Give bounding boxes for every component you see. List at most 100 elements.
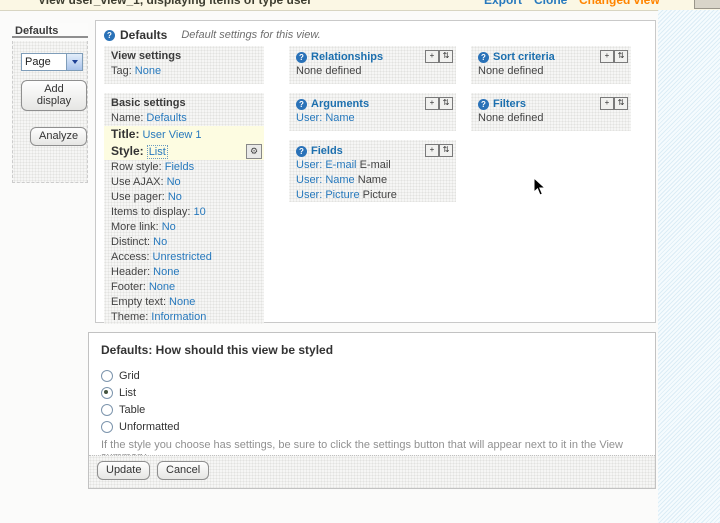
setting-row-use-ajax: Use AJAX:No <box>111 175 257 190</box>
help-icon[interactable]: ? <box>296 52 307 63</box>
basic-settings-box: Basic settings Name:Defaults Title:User … <box>104 93 264 324</box>
sort-criteria-box: ? Sort criteria +⇅ None defined <box>471 46 631 84</box>
filters-heading: Filters <box>493 98 526 110</box>
tag-label: Tag: <box>111 65 132 77</box>
help-icon[interactable]: ? <box>478 99 489 110</box>
style-option-table[interactable]: Table <box>101 401 180 418</box>
field-item-suffix: E-mail <box>360 159 391 171</box>
add-sort-button[interactable]: + <box>600 50 614 63</box>
field-item-link[interactable]: User: Name <box>296 174 355 186</box>
setting-row-items-to-display: Items to display:10 <box>111 205 257 220</box>
setting-row-title: Title:User View 1 <box>104 126 264 143</box>
setting-label: Footer: <box>111 281 146 293</box>
view-settings-box: View settings Tag:None <box>104 46 264 84</box>
setting-label: Style: <box>111 144 144 158</box>
style-option-label: Table <box>119 404 145 416</box>
radio-icon[interactable] <box>101 387 113 399</box>
add-field-button[interactable]: + <box>425 144 439 157</box>
views-edit-screen: View user_view_1, displaying items of ty… <box>0 0 720 523</box>
update-button[interactable]: Update <box>97 461 150 480</box>
setting-value-link[interactable]: None <box>169 296 195 308</box>
fields-heading: Fields <box>311 145 343 157</box>
help-icon[interactable]: ? <box>296 146 307 157</box>
summary-column-2: ?Relationships +⇅ None defined ?Argument… <box>289 46 456 211</box>
sort-criteria-empty-text: None defined <box>478 64 624 79</box>
clone-link[interactable]: Clone <box>534 0 567 7</box>
setting-row-more-link: More link:No <box>111 220 257 235</box>
tag-value-link[interactable]: None <box>135 65 161 77</box>
setting-value-link[interactable]: No <box>167 176 181 188</box>
setting-value-link[interactable]: List <box>147 145 168 159</box>
style-settings-gear-button[interactable]: ⚙ <box>246 144 262 159</box>
filters-box: ? Filters +⇅ None defined <box>471 93 631 131</box>
style-option-grid[interactable]: Grid <box>101 367 180 384</box>
changed-view-link[interactable]: Changed view <box>579 0 660 7</box>
argument-item-link[interactable]: User: Name <box>296 112 355 124</box>
help-icon[interactable]: ? <box>104 30 115 41</box>
analyze-button[interactable]: Analyze <box>30 127 87 146</box>
style-option-list[interactable]: List <box>101 384 180 401</box>
setting-value-link[interactable]: Defaults <box>146 112 186 124</box>
add-relationship-button[interactable]: + <box>425 50 439 63</box>
rearrange-relationships-button[interactable]: ⇅ <box>439 50 453 63</box>
export-link[interactable]: Export <box>484 0 522 7</box>
setting-label: Row style: <box>111 161 162 173</box>
radio-icon[interactable] <box>101 421 113 433</box>
filters-empty-text: None defined <box>478 111 624 126</box>
display-type-select[interactable]: Page <box>21 53 83 71</box>
setting-value-link[interactable]: No <box>162 221 176 233</box>
help-icon[interactable]: ? <box>478 52 489 63</box>
add-filter-button[interactable]: + <box>600 97 614 110</box>
setting-value-link[interactable]: None <box>153 266 179 278</box>
select-dropdown-arrow-icon[interactable] <box>66 54 82 70</box>
setting-label: Use AJAX: <box>111 176 164 188</box>
style-form-heading: Defaults: How should this view be styled <box>101 343 333 357</box>
setting-value-link[interactable]: No <box>168 191 182 203</box>
rearrange-filters-button[interactable]: ⇅ <box>614 97 628 110</box>
add-display-button[interactable]: Add display <box>21 80 87 111</box>
display-controls-panel: Page Add display Analyze <box>12 41 88 183</box>
setting-value-link[interactable]: No <box>153 236 167 248</box>
tab-defaults[interactable]: Defaults <box>12 23 88 38</box>
rearrange-arguments-button[interactable]: ⇅ <box>439 97 453 110</box>
setting-row-style: Style:List ⚙ <box>104 143 264 160</box>
rearrange-fields-button[interactable]: ⇅ <box>439 144 453 157</box>
setting-row-row-style: Row style:Fields <box>111 160 257 175</box>
style-options-group: Grid List Table Unformatted <box>101 367 180 435</box>
setting-label: Empty text: <box>111 296 166 308</box>
setting-label: Items to display: <box>111 206 190 218</box>
setting-row-empty-text: Empty text:None <box>111 295 257 310</box>
cancel-button[interactable]: Cancel <box>157 461 209 480</box>
setting-value-link[interactable]: Unrestricted <box>153 251 212 263</box>
style-settings-form: Defaults: How should this view be styled… <box>88 332 656 489</box>
summary-column-3: ?Sort criteria +⇅ None defined ?Filters … <box>471 46 631 140</box>
scrollbar-stub[interactable] <box>694 0 720 9</box>
field-item-link[interactable]: User: E-mail <box>296 159 357 171</box>
rearrange-sorts-button[interactable]: ⇅ <box>614 50 628 63</box>
view-settings-heading: View settings <box>111 50 257 64</box>
summary-column-1: View settings Tag:None Basic settings Na… <box>104 46 264 324</box>
setting-label: Theme: <box>111 311 148 323</box>
setting-row-access: Access:Unrestricted <box>111 250 257 265</box>
setting-value-link[interactable]: Information <box>151 311 206 323</box>
add-argument-button[interactable]: + <box>425 97 439 110</box>
setting-label: Access: <box>111 251 150 263</box>
setting-value-link[interactable]: None <box>149 281 175 293</box>
help-icon[interactable]: ? <box>296 99 307 110</box>
style-option-label: Unformatted <box>119 421 180 433</box>
radio-icon[interactable] <box>101 404 113 416</box>
setting-value-link[interactable]: Fields <box>165 161 194 173</box>
setting-label: Name: <box>111 112 143 124</box>
field-item-link[interactable]: User: Picture <box>296 189 360 201</box>
style-option-unformatted[interactable]: Unformatted <box>101 418 180 435</box>
view-summary-panel: ? Defaults Default settings for this vie… <box>95 20 656 323</box>
setting-value-link[interactable]: 10 <box>193 206 205 218</box>
setting-label: Use pager: <box>111 191 165 203</box>
page-title-bar: View user_view_1, displaying items of ty… <box>0 0 720 11</box>
page-title: View user_view_1, displaying items of ty… <box>38 0 312 7</box>
sort-criteria-heading: Sort criteria <box>493 51 555 63</box>
setting-value-link[interactable]: User View 1 <box>142 129 201 141</box>
style-option-label: List <box>119 387 136 399</box>
field-item: User: Picture Picture <box>296 188 449 203</box>
radio-icon[interactable] <box>101 370 113 382</box>
